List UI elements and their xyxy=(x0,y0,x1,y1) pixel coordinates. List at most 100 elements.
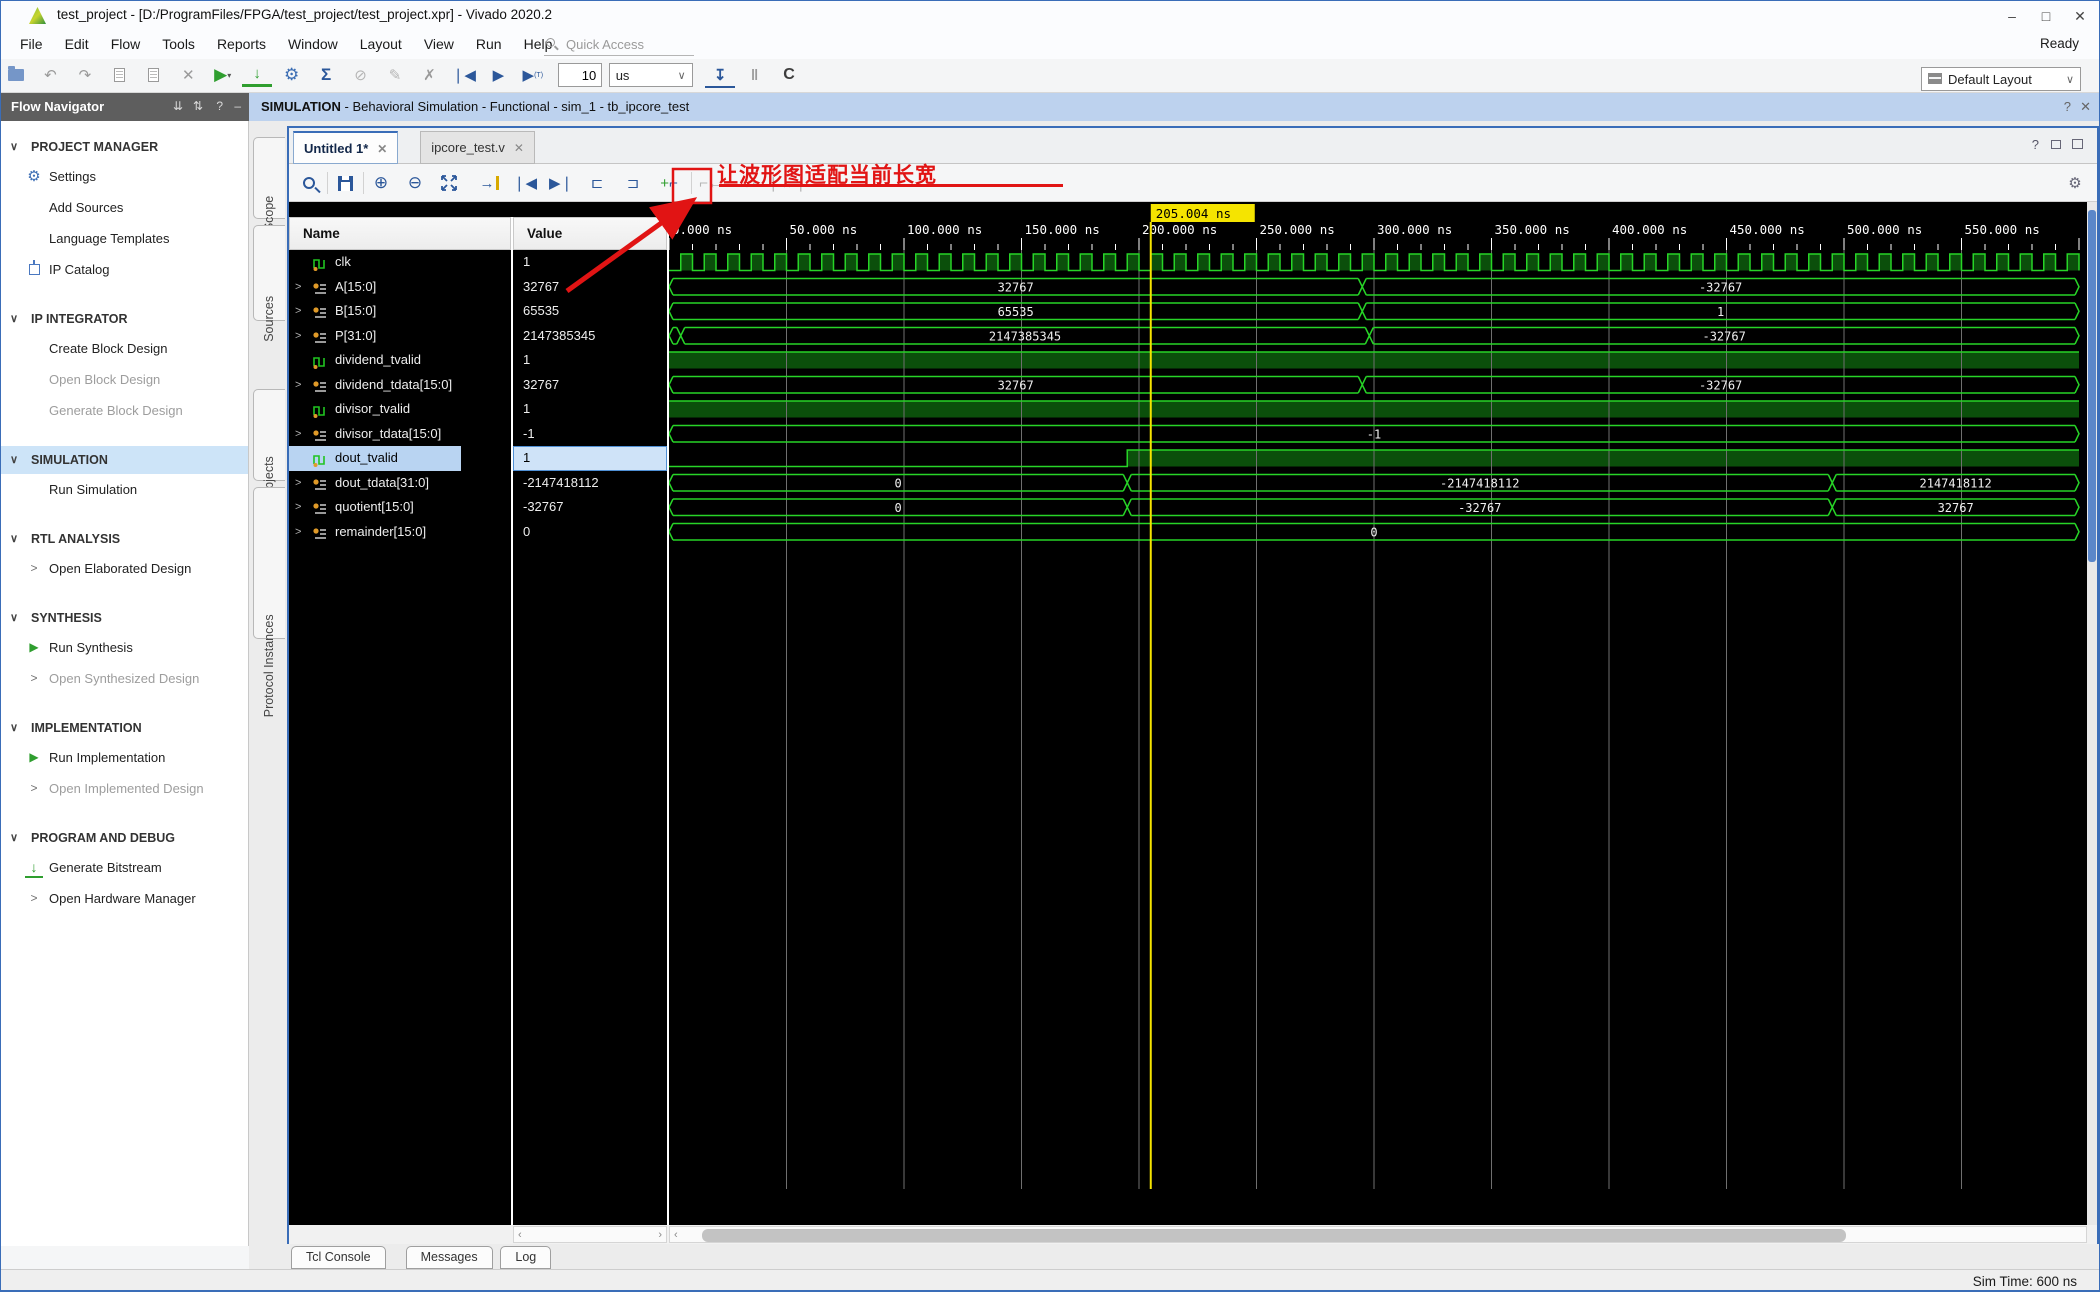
undo-icon[interactable]: ↶ xyxy=(35,61,65,89)
wave-scrollbar[interactable]: ‹ xyxy=(669,1226,2087,1243)
menu-item-window[interactable]: Window xyxy=(277,31,349,57)
flownav-section-ip-integrator[interactable]: ∨ IP INTEGRATOR xyxy=(1,305,248,333)
signal-value-P[31:0][interactable]: 2147385345 xyxy=(513,324,667,349)
expand-chevron-icon[interactable]: > xyxy=(295,275,301,300)
flownav-section-implementation[interactable]: ∨ IMPLEMENTATION xyxy=(1,714,248,742)
bottom-tab-tcl-console[interactable]: Tcl Console xyxy=(291,1246,386,1269)
signal-name-B[15:0][interactable]: > B[15:0] xyxy=(289,299,511,324)
side-tab-protocol-instances[interactable]: Protocol Instances xyxy=(253,487,285,717)
side-tab-scope[interactable]: Scope xyxy=(253,137,285,231)
signal-name-divisor_tdata[15:0][interactable]: > divisor_tdata[15:0] xyxy=(289,422,511,447)
find-icon[interactable] xyxy=(295,169,323,197)
step-icon[interactable]: ↓ xyxy=(242,63,273,87)
waveform-canvas[interactable]: 0.000 ns 50.000 ns 100.000 ns 150.000 ns 200… xyxy=(669,202,2087,1189)
run-for-time-icon[interactable]: ▶ (T) xyxy=(518,61,548,89)
flownav-item-language-templates[interactable]: Language Templates xyxy=(1,223,248,254)
scroll-right-icon[interactable]: › xyxy=(658,1228,662,1243)
close-tab-icon[interactable]: ✕ xyxy=(377,142,387,156)
expand-chevron-icon[interactable]: > xyxy=(295,373,301,398)
signal-value-dividend_tvalid[interactable]: 1 xyxy=(513,348,667,373)
wave-tab-ipcore-test-v[interactable]: ipcore_test.v ✕ xyxy=(420,131,535,164)
minimize-button[interactable]: – xyxy=(1997,5,2027,27)
name-column-header[interactable]: Name xyxy=(289,217,511,250)
expand-chevron-icon[interactable]: > xyxy=(295,324,301,349)
scroll-left-icon[interactable]: ‹ xyxy=(674,1228,678,1243)
flownav-item-settings[interactable]: ⚙ Settings xyxy=(1,161,248,192)
delete-icon[interactable]: ✕ xyxy=(173,61,203,89)
run-all-icon[interactable]: ▶ xyxy=(483,61,513,89)
flownav-section-simulation[interactable]: ∨ SIMULATION xyxy=(1,446,248,474)
help-icon[interactable]: ? xyxy=(2064,99,2071,114)
flownav-section-project-manager[interactable]: ∨ PROJECT MANAGER xyxy=(1,133,248,161)
wave-scrollbar-thumb[interactable] xyxy=(702,1229,1846,1242)
quick-access-search[interactable]: Quick Access xyxy=(544,34,694,56)
copy-icon[interactable] xyxy=(104,61,134,89)
signal-value-dout_tvalid[interactable]: 1 xyxy=(513,446,667,471)
flownav-item-generate-bitstream[interactable]: ↓ Generate Bitstream xyxy=(1,852,248,883)
signal-name-clk[interactable]: clk xyxy=(289,250,511,275)
expand-icon[interactable]: ⇅ xyxy=(193,99,203,113)
flownav-item-create-block-design[interactable]: Create Block Design xyxy=(1,333,248,364)
signal-name-P[31:0][interactable]: > P[31:0] xyxy=(289,324,511,349)
zoom-fit-icon[interactable] xyxy=(435,169,463,197)
zoom-in-icon[interactable]: ⊕ xyxy=(367,169,395,197)
time-unit-select[interactable]: us ∨ xyxy=(608,63,693,87)
previous-transition-icon[interactable]: ⊏ xyxy=(583,169,611,197)
go-to-start-icon[interactable]: ❘◀ xyxy=(511,169,539,197)
flownav-section-synthesis[interactable]: ∨ SYNTHESIS xyxy=(1,604,248,632)
signal-name-dout_tdata[31:0][interactable]: > dout_tdata[31:0] xyxy=(289,471,511,496)
wave-tab-untitled-1-[interactable]: Untitled 1* ✕ xyxy=(293,131,399,164)
flownav-section-rtl-analysis[interactable]: ∨ RTL ANALYSIS xyxy=(1,525,248,553)
expand-chevron-icon[interactable]: > xyxy=(295,299,301,324)
expand-chevron-icon[interactable]: > xyxy=(295,520,301,545)
menu-item-flow[interactable]: Flow xyxy=(100,31,152,57)
redo-icon[interactable]: ↷ xyxy=(70,61,100,89)
value-scrollbar[interactable]: ‹ › xyxy=(513,1226,667,1243)
bottom-tab-log[interactable]: Log xyxy=(500,1246,552,1269)
next-transition-icon[interactable]: ⊐ xyxy=(619,169,647,197)
menu-item-layout[interactable]: Layout xyxy=(349,31,413,57)
layout-select[interactable]: Default Layout ∨ xyxy=(1921,67,2081,91)
signal-name-dividend_tvalid[interactable]: dividend_tvalid xyxy=(289,348,511,373)
scroll-left-icon[interactable]: ‹ xyxy=(518,1228,522,1243)
collapse-all-icon[interactable]: ⇊ xyxy=(173,99,183,113)
signal-value-divisor_tvalid[interactable]: 1 xyxy=(513,397,667,422)
signal-name-remainder[15:0][interactable]: > remainder[15:0] xyxy=(289,520,511,545)
bottom-tab-messages[interactable]: Messages xyxy=(405,1246,493,1269)
menu-item-run[interactable]: Run xyxy=(465,31,513,57)
add-marker-icon[interactable]: + ⌐ xyxy=(655,169,683,197)
menu-item-reports[interactable]: Reports xyxy=(206,31,277,57)
flownav-item-run-synthesis[interactable]: ▶ Run Synthesis xyxy=(1,632,248,663)
signal-name-divisor_tvalid[interactable]: divisor_tvalid xyxy=(289,397,511,422)
flownav-item-run-simulation[interactable]: Run Simulation xyxy=(1,474,248,505)
value-column-header[interactable]: Value xyxy=(513,217,667,250)
menu-item-tools[interactable]: Tools xyxy=(151,31,206,57)
sigma-icon[interactable]: Σ xyxy=(311,61,341,89)
signal-name-A[15:0][interactable]: > A[15:0] xyxy=(289,275,511,300)
expand-chevron-icon[interactable]: > xyxy=(295,422,301,447)
expand-chevron-icon[interactable]: > xyxy=(295,471,301,496)
go-to-end-icon[interactable]: ▶❘ xyxy=(547,169,575,197)
signal-value-B[15:0][interactable]: 65535 xyxy=(513,299,667,324)
flownav-item-ip-catalog[interactable]: IP Catalog xyxy=(1,254,248,285)
signal-name-quotient[15:0][interactable]: > quotient[15:0] xyxy=(289,495,511,520)
expand-chevron-icon[interactable]: > xyxy=(295,495,301,520)
menu-item-edit[interactable]: Edit xyxy=(54,31,100,57)
signal-name-dividend_tdata[15:0][interactable]: > dividend_tdata[15:0] xyxy=(289,373,511,398)
flownav-item-open-hardware-manager[interactable]: > Open Hardware Manager xyxy=(1,883,248,914)
flownav-item-open-elaborated-design[interactable]: > Open Elaborated Design xyxy=(1,553,248,584)
settings-gear-icon[interactable]: ⚙ xyxy=(277,61,307,89)
signal-value-quotient[15:0][interactable]: -32767 xyxy=(513,495,667,520)
side-tab-objects[interactable]: Objects xyxy=(253,389,285,499)
step-to-next-icon[interactable]: ↧ xyxy=(705,64,736,88)
run-time-input[interactable] xyxy=(558,63,603,87)
paste-icon[interactable] xyxy=(139,61,169,89)
open-project-icon[interactable] xyxy=(1,61,31,89)
vertical-scrollbar-thumb[interactable] xyxy=(2088,210,2096,562)
help-icon[interactable]: ? xyxy=(216,99,223,113)
menu-item-file[interactable]: File xyxy=(9,31,54,57)
flownav-item-add-sources[interactable]: Add Sources xyxy=(1,192,248,223)
minimize-panel-icon[interactable]: – xyxy=(234,99,241,113)
maximize-button[interactable]: □ xyxy=(2031,5,2061,27)
zoom-out-icon[interactable]: ⊖ xyxy=(401,169,429,197)
